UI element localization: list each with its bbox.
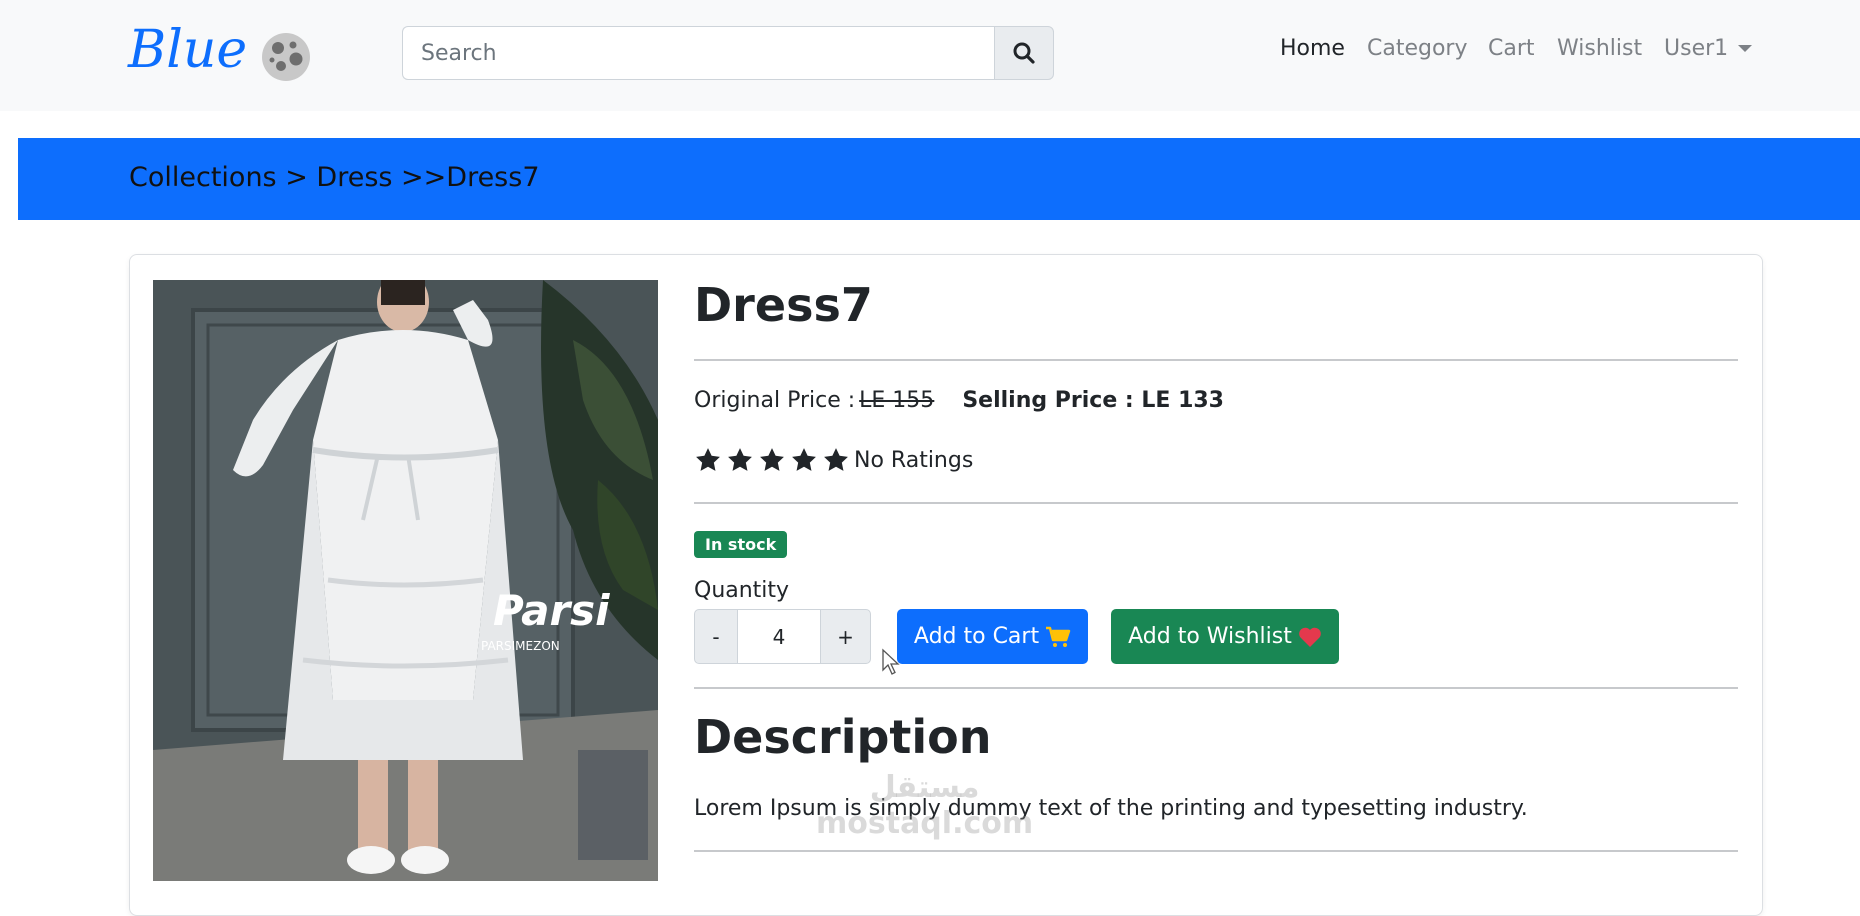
description-heading: Description [694, 710, 992, 764]
user-menu-label: User1 [1664, 36, 1729, 61]
product-title: Dress7 [694, 278, 873, 332]
add-to-cart-button[interactable]: Add to Cart [897, 609, 1088, 664]
breadcrumb-bar: Collections > Dress >>Dress7 [18, 138, 1860, 220]
navbar: Blue Home Category Cart Wishlist User1 [0, 0, 1860, 111]
rating-text: No Ratings [854, 447, 974, 473]
nav-cart[interactable]: Cart [1488, 36, 1535, 61]
search-button[interactable] [994, 26, 1054, 80]
divider [694, 502, 1738, 504]
nav-category[interactable]: Category [1367, 36, 1468, 61]
mouse-cursor-icon [882, 648, 900, 675]
divider [694, 687, 1738, 689]
quantity-stepper: - + [694, 609, 871, 664]
star-icon [696, 448, 720, 471]
add-to-cart-label: Add to Cart [913, 624, 1040, 649]
brand-text: Blue [128, 20, 248, 80]
divider [694, 359, 1738, 361]
add-to-wishlist-label: Add to Wishlist [1128, 624, 1292, 649]
star-icon [728, 448, 752, 471]
user-menu[interactable]: User1 [1664, 36, 1753, 61]
image-watermark: Parsi [493, 586, 610, 635]
description-text: Lorem Ipsum is simply dummy text of the … [694, 796, 1528, 821]
divider [694, 850, 1738, 852]
quantity-decrement-button[interactable]: - [694, 609, 738, 664]
chevron-down-icon [1738, 45, 1753, 52]
breadcrumb[interactable]: Collections > Dress >>Dress7 [129, 162, 540, 193]
rating-row: No Ratings [694, 446, 973, 474]
product-photo-illustration: Parsi PARSIMEZON [153, 280, 658, 881]
star-icon [792, 448, 816, 471]
search-input[interactable] [402, 26, 994, 80]
nav-wishlist[interactable]: Wishlist [1557, 36, 1642, 61]
quantity-label: Quantity [694, 578, 790, 603]
search-icon [1013, 42, 1035, 64]
star-icon [824, 448, 848, 471]
image-watermark-sub: PARSIMEZON [481, 639, 560, 653]
heart-icon [1299, 627, 1321, 647]
price-row: Original Price : LE 155 Selling Price : … [694, 388, 1224, 413]
moon-logo-icon [262, 33, 311, 81]
nav-home[interactable]: Home [1280, 36, 1345, 61]
star-icon [760, 448, 784, 471]
cart-icon [1046, 626, 1071, 647]
add-to-wishlist-button[interactable]: Add to Wishlist [1111, 609, 1339, 664]
selling-price: Selling Price : LE 133 [962, 388, 1224, 413]
product-image: Parsi PARSIMEZON [153, 280, 658, 881]
search-bar [402, 26, 1054, 80]
stock-badge: In stock [694, 531, 788, 558]
quantity-input[interactable] [738, 609, 820, 664]
brand[interactable]: Blue [128, 18, 311, 82]
original-price-label: Original Price : [694, 388, 856, 413]
original-price: LE 155 [859, 388, 935, 413]
quantity-increment-button[interactable]: + [820, 609, 871, 664]
